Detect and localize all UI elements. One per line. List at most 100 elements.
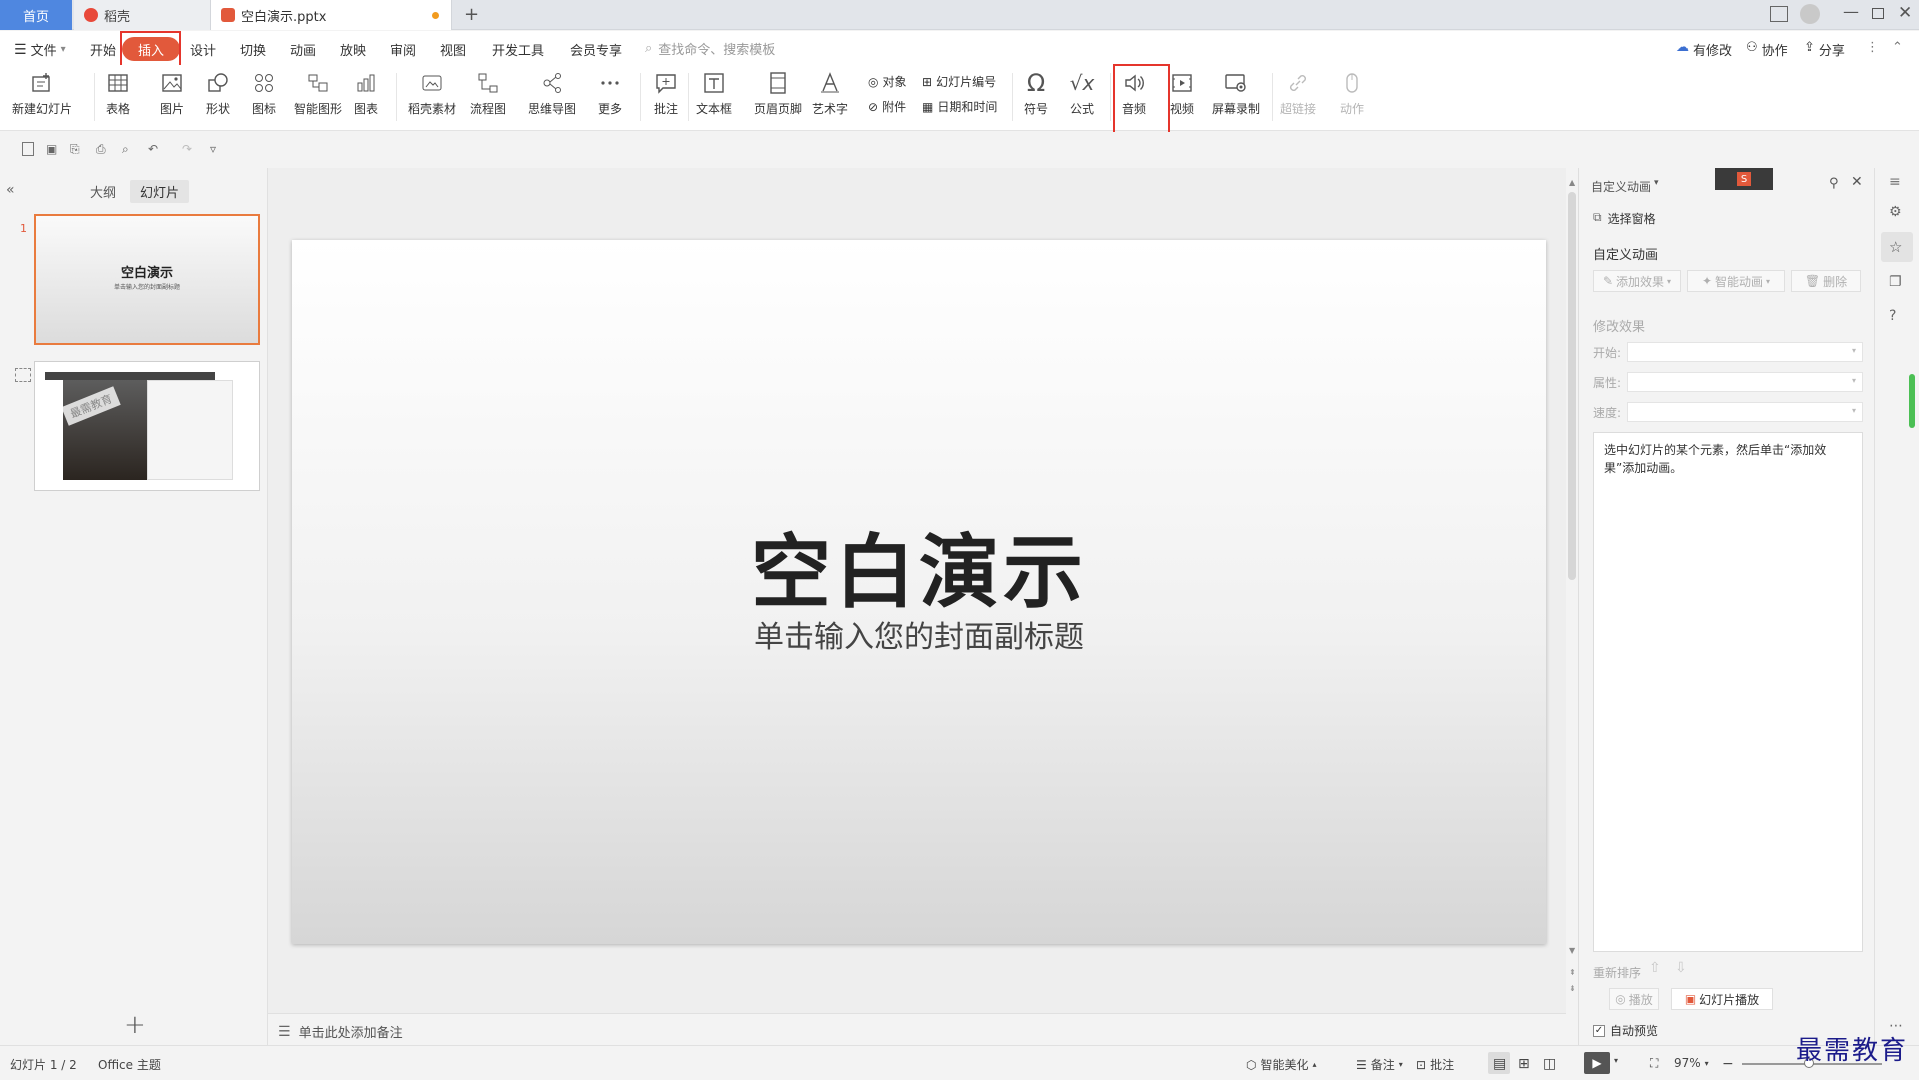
format-painter-icon[interactable]: ⎘ — [70, 142, 86, 158]
minimize-icon[interactable]: — — [1843, 2, 1859, 21]
wordart-button[interactable]: 艺术字 — [812, 69, 848, 117]
menu-member[interactable]: 会员专享 — [570, 40, 622, 59]
help-icon[interactable]: ? — [1889, 308, 1907, 326]
notes-toggle[interactable]: ☰ 备注 ▾ — [1356, 1056, 1403, 1073]
zoom-out-icon[interactable]: − — [1722, 1056, 1734, 1072]
next-slide-icon[interactable]: ⇟ — [1569, 984, 1576, 993]
animation-star-icon[interactable]: ☆ — [1889, 238, 1907, 256]
menu-start[interactable]: 开始 — [90, 40, 116, 59]
prev-slide-icon[interactable]: ⇞ — [1569, 968, 1576, 977]
menu-transition[interactable]: 切换 — [240, 40, 266, 59]
menu-design[interactable]: 设计 — [190, 40, 216, 59]
tab-daoke[interactable]: 稻壳 — [74, 0, 214, 30]
table-button[interactable]: 表格 — [104, 69, 132, 117]
comments-toggle[interactable]: ⊡ 批注 — [1416, 1056, 1454, 1073]
collapse-panel-icon[interactable]: « — [6, 182, 15, 198]
property-dropdown[interactable]: ▾ — [1627, 372, 1863, 392]
avatar[interactable] — [1800, 4, 1820, 24]
start-dropdown[interactable]: ▾ — [1627, 342, 1863, 362]
action-button[interactable]: 动作 — [1338, 69, 1366, 117]
shape-button[interactable]: 形状 — [204, 69, 232, 117]
daoke-material-button[interactable]: 稻壳素材 — [408, 69, 456, 117]
formula-button[interactable]: √x 公式 — [1068, 69, 1096, 117]
menu-file[interactable]: ☰ 文件 ▾ — [14, 40, 66, 60]
collab-button[interactable]: ⚇ 协作 — [1746, 40, 1788, 59]
panel-header-dropdown[interactable]: 自定义动画 ▾ — [1591, 178, 1659, 195]
speed-dropdown[interactable]: ▾ — [1627, 402, 1863, 422]
hyperlink-button[interactable]: 超链接 — [1280, 69, 1316, 117]
slide-number-button[interactable]: ⊞ 幻灯片编号 — [922, 73, 996, 90]
menu-animation[interactable]: 动画 — [290, 40, 316, 59]
object-button[interactable]: ◎ 对象 — [868, 73, 907, 90]
mindmap-button[interactable]: 思维导图 — [528, 69, 576, 117]
close-window-icon[interactable]: ✕ — [1898, 3, 1912, 23]
menu-view[interactable]: 视图 — [440, 40, 466, 59]
move-down-icon[interactable]: ⇩ — [1675, 960, 1687, 976]
datetime-button[interactable]: ▦ 日期和时间 — [922, 98, 997, 115]
menu-slideshow[interactable]: 放映 — [340, 40, 366, 59]
add-effect-button[interactable]: ✎ 添加效果 ▾ — [1593, 270, 1681, 292]
smart-beautify-button[interactable]: ⬡ 智能美化 ▴ — [1246, 1056, 1317, 1073]
tab-document[interactable]: 空白演示.pptx — [210, 0, 452, 30]
close-panel-icon[interactable]: ✕ — [1851, 174, 1863, 190]
menu-lines-icon[interactable]: ≡ — [1889, 174, 1907, 192]
notes-pane[interactable]: ☰ 单击此处添加备注 — [268, 1013, 1566, 1045]
menu-devtools[interactable]: 开发工具 — [492, 40, 544, 59]
command-search[interactable]: ⌕ 查找命令、搜索模板 — [645, 39, 775, 58]
delete-animation-button[interactable]: 🗑 删除 — [1791, 270, 1861, 292]
more-button[interactable]: 更多 — [596, 69, 624, 117]
new-file-icon[interactable] — [22, 142, 34, 156]
play-button[interactable]: ◎ 播放 — [1609, 988, 1659, 1010]
redo-icon[interactable]: ↷ — [182, 142, 198, 158]
textbox-button[interactable]: 文本框 — [696, 69, 732, 117]
layout-icon[interactable] — [1770, 6, 1788, 22]
zoom-level[interactable]: 97% ▾ — [1674, 1056, 1709, 1070]
print-preview-icon[interactable]: ⌕ — [122, 142, 138, 158]
flowchart-button[interactable]: 流程图 — [470, 69, 506, 117]
chevron-down-icon[interactable]: ▾ — [1614, 1056, 1618, 1065]
undo-icon[interactable]: ↶ — [148, 142, 164, 158]
collapse-ribbon-icon[interactable]: ⌃ — [1892, 40, 1903, 55]
move-up-icon[interactable]: ⇧ — [1649, 960, 1661, 976]
autopreview-checkbox[interactable]: ✓ 自动预览 — [1593, 1022, 1658, 1039]
save-icon[interactable]: ▣ — [46, 142, 62, 158]
tab-outline[interactable]: 大纲 — [80, 180, 126, 203]
animation-list[interactable]: 选中幻灯片的某个元素，然后单击“添加效果”添加动画。 — [1593, 432, 1863, 952]
slide-thumbnail-1[interactable]: 空白演示 单击输入您的封面副标题 — [34, 214, 260, 345]
scroll-up-icon[interactable]: ▲ — [1569, 178, 1575, 187]
fit-window-icon[interactable]: ⛶ — [1650, 1056, 1658, 1071]
play-slideshow-icon[interactable]: ▶ — [1584, 1052, 1610, 1074]
sorter-view-icon[interactable]: ⊞ — [1518, 1056, 1530, 1072]
smart-animation-button[interactable]: ✦ 智能动画 ▾ — [1687, 270, 1785, 292]
modified-button[interactable]: ☁ 有修改 — [1676, 40, 1732, 59]
picture-button[interactable]: 图片 — [158, 69, 186, 117]
new-tab-plus-icon[interactable]: + — [464, 4, 479, 25]
normal-view-icon[interactable]: ▤ — [1493, 1056, 1506, 1072]
scroll-down-icon[interactable]: ▼ — [1569, 946, 1575, 955]
scroll-thumb[interactable] — [1568, 192, 1576, 580]
new-slide-button[interactable]: 新建幻灯片 — [12, 69, 72, 117]
customize-toolbar-icon[interactable]: ▿ — [210, 142, 226, 158]
chart-button[interactable]: 图表 — [352, 69, 380, 117]
vertical-scrollbar[interactable]: ▲ ▼ ⇞ ⇟ — [1566, 168, 1578, 1013]
add-slide-plus-icon[interactable]: + — [124, 1010, 146, 1040]
restore-icon[interactable] — [1872, 8, 1884, 19]
tab-slides[interactable]: 幻灯片 — [130, 180, 190, 203]
slide-subtitle[interactable]: 单击输入您的封面副标题 — [292, 612, 1546, 656]
screen-record-button[interactable]: 屏幕录制 — [1212, 69, 1260, 117]
pin-icon[interactable]: ⚲ — [1829, 176, 1839, 191]
smartart-button[interactable]: 智能图形 — [294, 69, 342, 117]
menu-review[interactable]: 审阅 — [390, 40, 416, 59]
slide-thumbnail-2[interactable]: 最需教育 — [34, 361, 260, 491]
adjust-icon[interactable]: ⚙ — [1889, 204, 1907, 222]
more-options-icon[interactable]: ⋮ — [1866, 40, 1879, 55]
header-footer-button[interactable]: 页眉页脚 — [754, 69, 802, 117]
green-scroll-indicator[interactable] — [1909, 374, 1915, 428]
attachment-button[interactable]: ⊘ 附件 — [868, 98, 906, 115]
reading-view-icon[interactable]: ◫ — [1543, 1056, 1556, 1072]
slide-title[interactable]: 空白演示 — [292, 508, 1546, 624]
tab-home[interactable]: 首页 — [0, 0, 72, 30]
input-method-widget[interactable]: S — [1715, 168, 1773, 190]
theme-name[interactable]: Office 主题 — [98, 1056, 161, 1073]
slideshow-play-button[interactable]: ▣ 幻灯片播放 — [1671, 988, 1773, 1010]
